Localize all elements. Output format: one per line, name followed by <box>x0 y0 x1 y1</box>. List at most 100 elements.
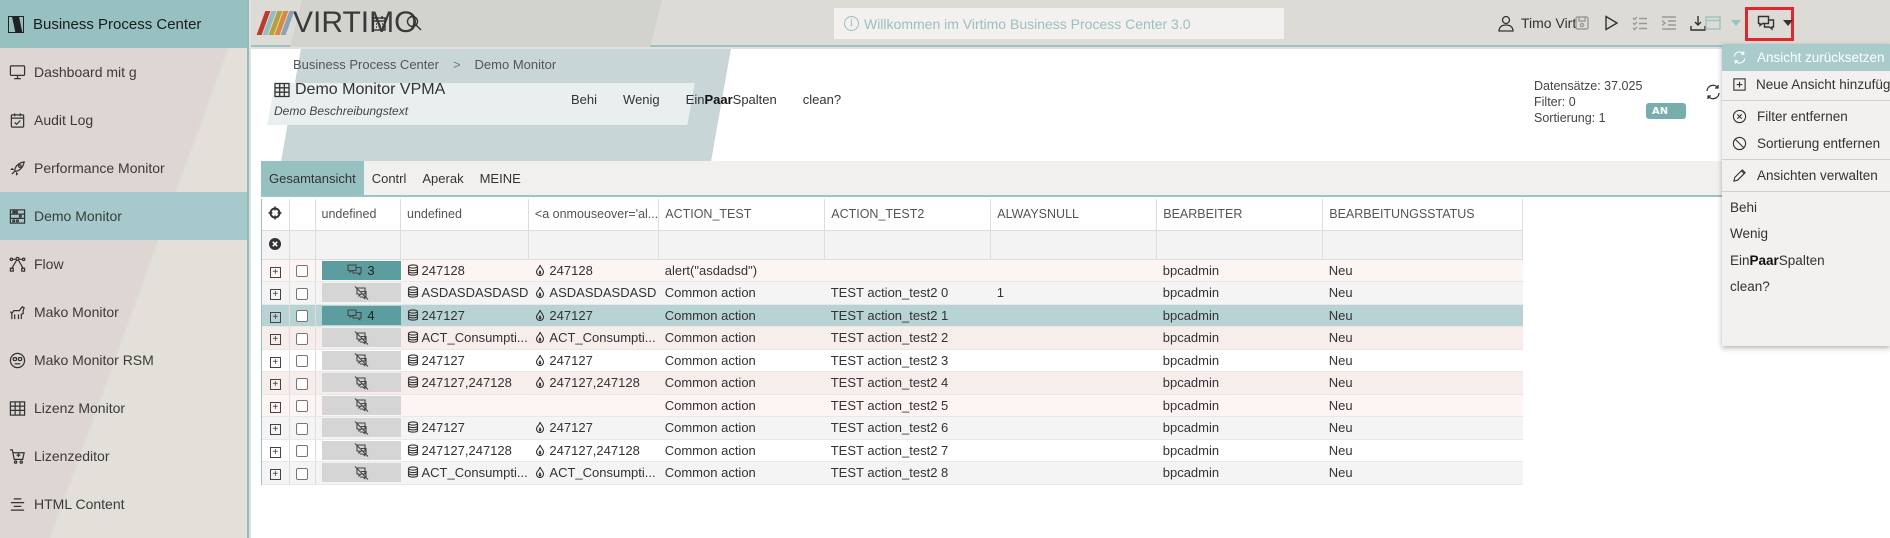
expand-row-button[interactable]: + <box>269 446 281 458</box>
column-header-undefined-2[interactable]: undefined <box>400 199 529 231</box>
expand-row-button[interactable]: + <box>269 356 281 368</box>
row-checkbox[interactable] <box>296 310 308 323</box>
view-dropdown-caret-icon[interactable] <box>1726 13 1746 33</box>
tab-aperak[interactable]: Aperak <box>414 161 472 195</box>
window-view-icon[interactable] <box>1703 13 1723 33</box>
comments-button[interactable] <box>321 328 401 347</box>
expand-row-button[interactable]: + <box>269 469 281 481</box>
sidebar-item-mako-monitor[interactable]: Mako Monitor <box>0 288 247 336</box>
column-header-undefined-1[interactable]: undefined <box>315 199 401 231</box>
user-menu[interactable]: Timo Virt <box>1497 14 1576 32</box>
view-link-wenig[interactable]: Wenig <box>623 92 660 107</box>
comments-button[interactable] <box>321 440 401 460</box>
expand-row-button[interactable]: + <box>269 379 281 391</box>
row-checkbox[interactable] <box>296 332 308 345</box>
view-link-behi[interactable]: Behi <box>571 92 597 107</box>
column-header-anchor[interactable]: <a onmouseover='al... <box>528 199 660 231</box>
virtimo-logo[interactable]: VIRTIMO <box>256 8 417 38</box>
save-icon[interactable] <box>1572 13 1592 33</box>
calendar-icon[interactable] <box>369 13 389 33</box>
search-icon[interactable] <box>404 13 424 33</box>
filter-input[interactable] <box>658 230 826 260</box>
menu-view-clean[interactable]: clean? <box>1722 274 1890 301</box>
play-icon[interactable] <box>1601 13 1621 33</box>
table-row[interactable]: + 4 247127 247127 Common action TEST act… <box>262 304 1523 327</box>
filter-input[interactable] <box>400 230 529 260</box>
sidebar-item-performance-monitor[interactable]: Performance Monitor <box>0 144 247 192</box>
menu-item-remove-sort[interactable]: Sortierung entfernen <box>1722 130 1890 157</box>
clear-filter-button[interactable] <box>262 230 290 260</box>
table-row[interactable]: + ACT_Consumpti... ACT_Consumpti... Comm… <box>262 326 1523 350</box>
comments-button[interactable] <box>321 283 401 302</box>
table-row[interactable]: + 3 247128 247128 alert("asdadsd") bpcad… <box>262 259 1523 282</box>
expand-row-button[interactable]: + <box>269 424 281 436</box>
comments-button[interactable] <box>321 395 401 415</box>
menu-view-einpaarspalten[interactable]: Ein Paar Spalten <box>1722 247 1890 274</box>
filter-input[interactable] <box>528 230 660 260</box>
column-header-action-test2[interactable]: ACTION_TEST2 <box>824 199 992 231</box>
menu-item-remove-filter[interactable]: Filter entfernen <box>1722 103 1890 130</box>
filter-input[interactable] <box>315 230 401 260</box>
refresh-icon[interactable] <box>1704 83 1722 101</box>
table-row[interactable]: + Common action TEST action_test2 5 bpca… <box>262 394 1523 417</box>
row-checkbox[interactable] <box>296 265 308 278</box>
table-row[interactable]: + ACT_Consumpti... ACT_Consumpti... Comm… <box>262 461 1523 485</box>
table-row[interactable]: + 247127 247127 Common action TEST actio… <box>262 416 1523 440</box>
row-checkbox[interactable] <box>296 377 308 390</box>
filter-input[interactable] <box>1156 230 1324 260</box>
comments-button[interactable] <box>321 418 401 437</box>
row-checkbox[interactable] <box>296 400 308 413</box>
sidebar-item-demo-monitor[interactable]: Demo Monitor <box>0 192 247 240</box>
sidebar-item-mako-monitor-rsm[interactable]: Mako Monitor RSM <box>0 336 247 384</box>
locate-column-header[interactable] <box>262 199 290 231</box>
sidebar-item-html-content[interactable]: HTML Content <box>0 480 247 528</box>
expand-row-button[interactable]: + <box>269 311 281 323</box>
view-link-clean[interactable]: clean? <box>803 92 841 107</box>
comments-button[interactable] <box>321 350 401 370</box>
comments-button[interactable]: 4 <box>321 305 401 325</box>
filter-input[interactable] <box>990 230 1158 260</box>
breadcrumb-item-demo-monitor[interactable]: Demo Monitor <box>475 57 557 72</box>
row-checkbox[interactable] <box>296 445 308 458</box>
column-header-alwaysnull[interactable]: ALWAYSNULL <box>990 199 1158 231</box>
sidebar-item-dashboard[interactable]: Dashboard mit g <box>0 48 247 96</box>
auto-refresh-toggle[interactable]: AN <box>1646 103 1686 119</box>
comments-button[interactable]: 3 <box>321 260 401 280</box>
expand-row-button[interactable]: + <box>269 289 281 301</box>
tab-meine[interactable]: MEINE <box>471 161 529 195</box>
expand-row-button[interactable]: + <box>269 266 281 278</box>
menu-item-add-view[interactable]: Neue Ansicht hinzufügen <box>1722 71 1890 98</box>
sidebar-item-flow[interactable]: Flow <box>0 240 247 288</box>
comments-button[interactable] <box>321 463 401 482</box>
sidebar-item-lizenz-monitor[interactable]: Lizenz Monitor <box>0 384 247 432</box>
view-link-einpaarspalten[interactable]: EinPaarSpalten <box>686 92 777 107</box>
chat-icon[interactable] <box>1756 13 1776 33</box>
row-checkbox[interactable] <box>296 287 308 300</box>
chat-dropdown-caret-icon[interactable] <box>1778 13 1798 33</box>
table-row[interactable]: + 247127,247128 247127,247128 Common act… <box>262 439 1523 462</box>
menu-view-wenig[interactable]: Wenig <box>1722 221 1890 248</box>
row-checkbox[interactable] <box>296 467 308 480</box>
expand-row-button[interactable]: + <box>269 334 281 346</box>
menu-item-manage-views[interactable]: Ansichten verwalten <box>1722 162 1890 189</box>
column-header-bearbeitungsstatus[interactable]: BEARBEITUNGSSTATUS <box>1322 199 1524 231</box>
breadcrumb-item-bpc[interactable]: Business Process Center <box>293 57 439 72</box>
comments-button[interactable] <box>321 373 401 392</box>
sidebar-item-audit-log[interactable]: Audit Log <box>0 96 247 144</box>
indent-icon[interactable] <box>1659 13 1679 33</box>
sidebar-item-lizenzeditor[interactable]: Lizenzeditor <box>0 432 247 480</box>
filter-input[interactable] <box>824 230 992 260</box>
menu-item-reset-view[interactable]: Ansicht zurücksetzen <box>1722 44 1890 71</box>
column-header-bearbeiter[interactable]: BEARBEITER <box>1156 199 1324 231</box>
table-row[interactable]: + 247127 247127 Common action TEST actio… <box>262 349 1523 372</box>
sidebar-header[interactable]: Business Process Center <box>0 0 247 48</box>
table-row[interactable]: + 247127,247128 247127,247128 Common act… <box>262 371 1523 395</box>
column-header-action-test[interactable]: ACTION_TEST <box>658 199 826 231</box>
expand-row-button[interactable]: + <box>269 401 281 413</box>
table-row[interactable]: + ASDASDASDASD ASDASDASDASD Common actio… <box>262 281 1523 305</box>
filter-input[interactable] <box>1322 230 1524 260</box>
tab-gesamtansicht[interactable]: Gesamtansicht <box>261 161 364 195</box>
row-checkbox[interactable] <box>296 422 308 435</box>
tab-contrl[interactable]: Contrl <box>363 161 415 195</box>
row-checkbox[interactable] <box>296 355 308 368</box>
